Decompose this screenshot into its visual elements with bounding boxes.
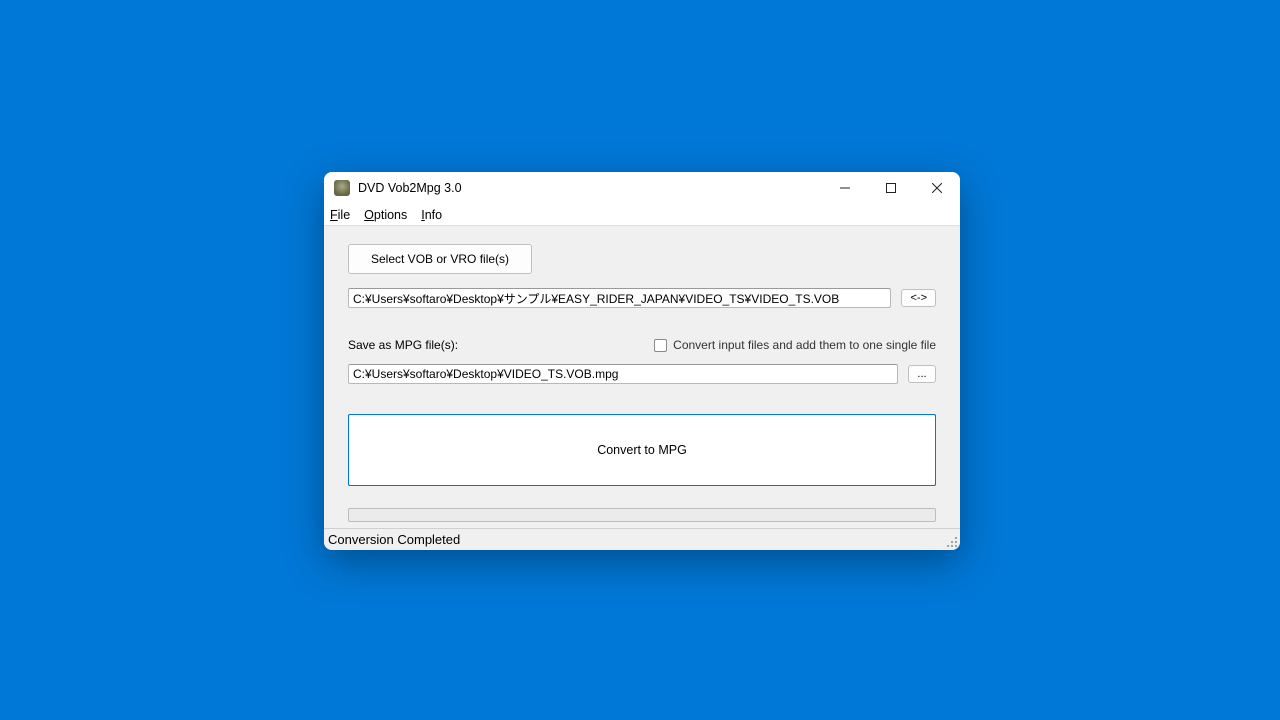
input-path-field[interactable] xyxy=(348,288,891,308)
output-path-field[interactable] xyxy=(348,364,898,384)
menu-info[interactable]: Info xyxy=(421,208,442,222)
progress-bar xyxy=(348,508,936,522)
menu-file[interactable]: File xyxy=(330,208,350,222)
maximize-button[interactable] xyxy=(868,172,914,204)
merge-checkbox-wrap[interactable]: Convert input files and add them to one … xyxy=(654,338,936,352)
merge-checkbox[interactable] xyxy=(654,339,667,352)
output-path-row: ... xyxy=(348,364,936,384)
menu-options-label: ptions xyxy=(374,208,407,222)
menu-info-label: nfo xyxy=(425,208,442,222)
app-window: DVD Vob2Mpg 3.0 File Options Info Select… xyxy=(324,172,960,550)
menubar: File Options Info xyxy=(324,204,960,226)
minimize-button[interactable] xyxy=(822,172,868,204)
minimize-icon xyxy=(840,183,850,193)
merge-checkbox-label: Convert input files and add them to one … xyxy=(673,338,936,352)
status-text: Conversion Completed xyxy=(328,532,460,547)
body: Select VOB or VRO file(s) <-> Save as MP… xyxy=(324,226,960,528)
convert-button[interactable]: Convert to MPG xyxy=(348,414,936,486)
save-as-label: Save as MPG file(s): xyxy=(348,338,458,352)
close-icon xyxy=(932,183,942,193)
swap-button[interactable]: <-> xyxy=(901,289,936,307)
window-title: DVD Vob2Mpg 3.0 xyxy=(358,181,462,195)
select-vob-button[interactable]: Select VOB or VRO file(s) xyxy=(348,244,532,274)
resize-grip-icon[interactable] xyxy=(946,536,958,548)
app-icon xyxy=(334,180,350,196)
window-controls xyxy=(822,172,960,204)
browse-output-button[interactable]: ... xyxy=(908,365,936,383)
maximize-icon xyxy=(886,183,896,193)
save-label-row: Save as MPG file(s): Convert input files… xyxy=(348,338,936,352)
menu-options[interactable]: Options xyxy=(364,208,407,222)
menu-file-label: ile xyxy=(338,208,351,222)
input-path-row: <-> xyxy=(348,288,936,308)
titlebar[interactable]: DVD Vob2Mpg 3.0 xyxy=(324,172,960,204)
statusbar: Conversion Completed xyxy=(324,528,960,550)
close-button[interactable] xyxy=(914,172,960,204)
